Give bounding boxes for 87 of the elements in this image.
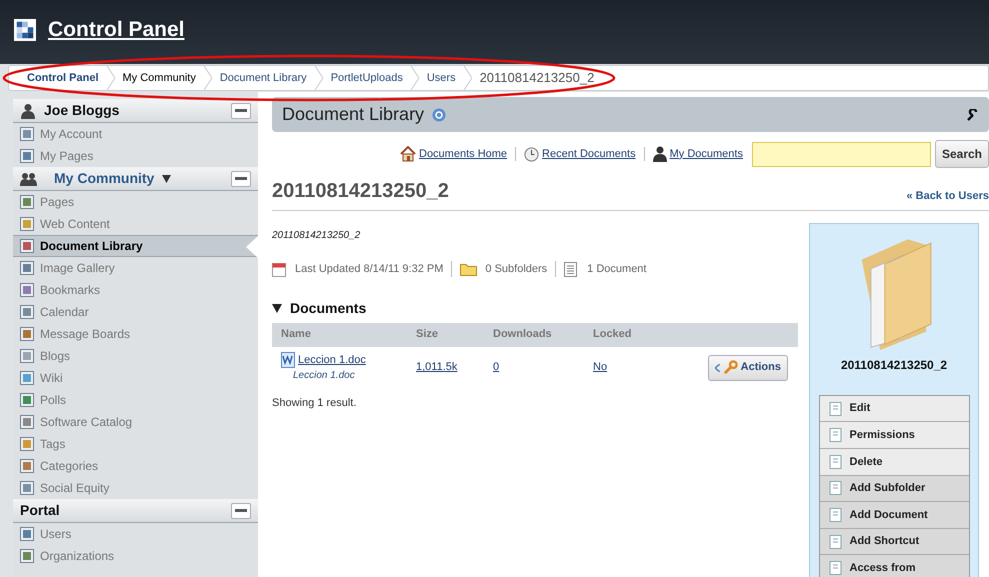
app-icon [20, 283, 34, 297]
subfolder-count: 0 Subfolders [485, 262, 548, 277]
person-icon [20, 102, 36, 118]
result-count-text: Showing 1 result. [272, 396, 358, 410]
app-icon [20, 127, 34, 141]
app-icon [20, 481, 34, 495]
people-icon [20, 170, 38, 186]
action-menu-item[interactable]: Access from [820, 555, 968, 577]
action-icon [828, 560, 844, 576]
column-header: Downloads [492, 327, 553, 342]
search-button[interactable]: Search [934, 140, 989, 168]
app-icon [20, 415, 34, 429]
grid-logo-icon [14, 19, 36, 41]
dropdown-caret-icon [162, 174, 172, 182]
app-icon [20, 217, 34, 231]
action-menu-item[interactable]: Add Shortcut [820, 528, 968, 556]
app-icon [20, 261, 34, 275]
action-icon [828, 427, 844, 444]
action-icon [828, 454, 844, 470]
app-icon [20, 459, 34, 473]
last-updated-text: Last Updated 8/14/11 9:32 PM [295, 262, 444, 277]
file-subtitle: Leccion 1.doc [292, 369, 356, 384]
app-icon [20, 437, 34, 451]
nav-link[interactable]: My Documents [670, 146, 743, 162]
breadcrumb-link[interactable]: Control Panel [19, 66, 107, 90]
document-count: 1 Document [587, 262, 646, 277]
breadcrumb-link[interactable]: 20110814213250_2 [472, 66, 602, 90]
action-menu-item[interactable]: Add Subfolder [820, 476, 968, 502]
folder-description: 20110814213250_2 [272, 229, 362, 243]
app-icon [20, 549, 34, 563]
table-cell-link[interactable]: No [593, 361, 608, 374]
app-icon [20, 527, 34, 541]
app-icon [20, 305, 34, 319]
table-cell-link[interactable]: 0 [493, 361, 500, 374]
file-link[interactable]: Leccion 1.doc [298, 352, 366, 368]
minus-icon [235, 509, 247, 512]
section-title: Joe Bloggs [44, 101, 120, 120]
actions-button[interactable]: Actions [708, 354, 788, 380]
section-title[interactable]: My Community [54, 168, 154, 189]
app-icon [20, 327, 34, 341]
action-icon [828, 507, 844, 524]
app-icon [20, 371, 34, 385]
clock-icon [524, 146, 540, 162]
app-icon [20, 195, 34, 209]
minus-icon [235, 109, 247, 112]
collapse-button[interactable] [231, 502, 251, 518]
column-header: Locked [592, 327, 633, 342]
search-field[interactable] [752, 142, 931, 166]
app-icon [20, 349, 34, 363]
left-caret-icon [714, 364, 720, 372]
action-icon [828, 480, 844, 496]
house-icon [400, 146, 416, 162]
folder-icon [460, 262, 478, 276]
collapse-button[interactable] [231, 102, 251, 118]
person-icon [652, 146, 667, 162]
collapse-triangle-icon [272, 304, 282, 312]
app-icon [20, 239, 34, 253]
section-heading: Documents [290, 298, 366, 318]
calendar-icon [272, 262, 286, 277]
breadcrumb-link[interactable]: Users [418, 66, 464, 90]
action-menu-item[interactable]: Add Document [820, 502, 968, 529]
document-icon [564, 262, 578, 277]
column-header: Size [415, 327, 440, 342]
breadcrumb-link[interactable]: PortletUploads [322, 66, 411, 90]
action-icon [828, 534, 844, 550]
folder-title: 20110814213250_2 [272, 179, 449, 204]
column-header: Name [280, 327, 312, 342]
nav-link[interactable]: Recent Documents [542, 146, 636, 162]
folder-name: 20110814213250_2 [840, 356, 948, 374]
table-cell-link[interactable]: 1,011.5k [416, 361, 458, 374]
action-menu-item[interactable]: Permissions [820, 422, 968, 450]
collapse-button[interactable] [231, 170, 251, 186]
minus-icon [235, 177, 247, 180]
word-document-icon [281, 352, 295, 368]
breadcrumb-link[interactable]: My Community [114, 66, 204, 90]
action-menu-item[interactable]: Delete [820, 449, 968, 476]
sidebar-item[interactable]: Document Library [13, 235, 258, 257]
nav-link[interactable]: Documents Home [419, 146, 508, 162]
action-menu-item[interactable]: Edit [820, 396, 968, 422]
section-title: Portal [20, 501, 60, 520]
breadcrumb-link[interactable]: Document Library [212, 66, 315, 90]
portlet-title: Document Library [282, 103, 424, 126]
back-link[interactable]: « Back to Users [906, 188, 989, 204]
app-icon [20, 393, 34, 407]
control-panel-link[interactable]: Control Panel [48, 14, 185, 46]
app-icon [20, 149, 34, 163]
action-icon [828, 400, 844, 417]
